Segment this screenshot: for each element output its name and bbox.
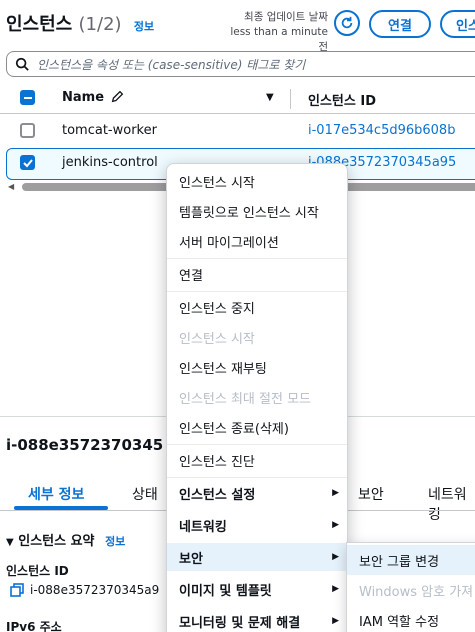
instance-name: jenkins-control xyxy=(62,155,158,170)
field-instance-id-label: 인스턴스 ID xyxy=(6,564,69,578)
menu-item-label: 서버 마이그레이션 xyxy=(179,235,279,251)
details-instance-id: i-088e3572370345 xyxy=(6,436,164,454)
menu-item-migrate-server[interactable]: 서버 마이그레이션 xyxy=(167,227,347,255)
menu-item-label: 연결 xyxy=(179,268,203,284)
submenu-arrow-icon: ▶ xyxy=(332,616,339,626)
sort-down-icon[interactable]: ▼ xyxy=(266,92,274,103)
menu-item-label: 템플릿으로 인스턴스 시작 xyxy=(179,205,319,221)
page-title-text: 인스턴스 xyxy=(6,14,73,35)
info-link[interactable]: 정보 xyxy=(134,20,154,33)
select-all-checkbox[interactable] xyxy=(20,90,35,105)
column-header-name[interactable]: Name xyxy=(62,90,124,105)
menu-item-label: 인스턴스 최대 절전 모드 xyxy=(179,391,311,407)
menu-item-label: 인스턴스 재부팅 xyxy=(179,361,267,377)
menu-item-images-templates[interactable]: 이미지 및 템플릿 ▶ xyxy=(167,575,347,603)
menu-item-terminate-instance[interactable]: 인스턴스 종료(삭제) xyxy=(167,413,347,441)
menu-item-label: 인스턴스 시작 xyxy=(179,175,255,191)
menu-item-monitoring[interactable]: 모니터링 및 문제 해결 ▶ xyxy=(167,607,347,632)
search-icon xyxy=(15,57,29,71)
refresh-button[interactable] xyxy=(334,10,360,36)
tab-details[interactable]: 세부 정보 xyxy=(28,484,84,504)
menu-separator xyxy=(167,444,347,445)
field-instance-id-value: i-088e3572370345a9 xyxy=(30,583,160,597)
column-header-id[interactable]: 인스턴스 ID xyxy=(308,90,376,109)
selection-count: (1/2) xyxy=(78,14,122,35)
column-divider xyxy=(290,89,291,109)
menu-item-label: 이미지 및 템플릿 xyxy=(179,583,272,599)
submenu-arrow-icon: ▶ xyxy=(332,520,339,530)
menu-separator xyxy=(167,291,347,292)
search-placeholder: 인스턴스을 속성 또는 (case-sensitive) 태그로 찾기 xyxy=(37,57,306,72)
menu-item-label: 보안 xyxy=(179,551,203,567)
instance-id-link[interactable]: i-017e534c5d96b608b xyxy=(308,123,455,138)
last-updated-label: 최종 업데이트 날짜 xyxy=(244,11,328,23)
menu-item-networking[interactable]: 네트워킹 ▶ xyxy=(167,511,347,539)
menu-item-launch-from-template[interactable]: 템플릿으로 인스턴스 시작 xyxy=(167,197,347,225)
tab-status[interactable]: 상태 xyxy=(132,484,158,504)
table-header: Name ▼ 인스턴스 ID xyxy=(0,84,475,114)
tab-security[interactable]: 보안 xyxy=(358,484,384,504)
last-updated: 최종 업데이트 날짜 less than a minute 전 xyxy=(230,10,328,55)
context-menu: 인스턴스 시작 템플릿으로 인스턴스 시작 서버 마이그레이션 연결 인스턴스 … xyxy=(166,163,348,632)
menu-item-reboot-instance[interactable]: 인스턴스 재부팅 xyxy=(167,353,347,381)
table-row[interactable]: tomcat-worker i-017e534c5d96b608b xyxy=(0,116,475,148)
copy-icon[interactable] xyxy=(10,582,24,601)
security-submenu: 보안 그룹 변경 Windows 암호 가져 IAM 역할 수정 xyxy=(346,542,475,632)
menu-item-security[interactable]: 보안 ▶ xyxy=(167,543,347,571)
menu-item-label: 인스턴스 설정 xyxy=(179,487,256,503)
menu-item-label: 네트워킹 xyxy=(179,519,227,535)
submenu-item-get-windows-password: Windows 암호 가져 xyxy=(359,584,474,600)
page-title: 인스턴스 (1/2) 정보 xyxy=(6,10,154,36)
submenu-item-modify-iam-role[interactable]: IAM 역할 수정 xyxy=(347,605,475,632)
section-info-link[interactable]: 정보 xyxy=(105,535,125,548)
section-title: 인스턴스 요약 xyxy=(18,534,95,549)
menu-item-label: 인스턴스 시작 xyxy=(179,331,255,347)
tab-networking[interactable]: 네트워킹 xyxy=(428,484,475,524)
menu-item-label: 인스턴스 종료(삭제) xyxy=(179,421,289,437)
menu-item-stop-instance[interactable]: 인스턴스 중지 xyxy=(167,293,347,321)
row-checkbox[interactable] xyxy=(20,123,35,138)
menu-item-label: 모니터링 및 문제 해결 xyxy=(179,615,301,631)
menu-item-start-instance-disabled: 인스턴스 시작 xyxy=(167,323,347,351)
edit-icon xyxy=(111,90,123,103)
scroll-left-icon[interactable]: ◀ xyxy=(8,182,14,191)
instance-state-button[interactable]: 인스 xyxy=(440,10,475,38)
refresh-icon xyxy=(341,16,353,29)
collapse-caret-icon: ▼ xyxy=(6,537,14,548)
menu-separator xyxy=(167,258,347,259)
menu-item-start-instance[interactable]: 인스턴스 시작 xyxy=(167,167,347,195)
connect-button[interactable]: 연결 xyxy=(369,10,431,38)
submenu-arrow-icon: ▶ xyxy=(332,488,339,498)
instance-name: tomcat-worker xyxy=(62,123,157,138)
menu-item-label: 인스턴스 중지 xyxy=(179,301,255,317)
checkmark-icon xyxy=(22,158,33,167)
menu-item-instance-settings[interactable]: 인스턴스 설정 ▶ xyxy=(167,479,347,507)
section-header[interactable]: ▼ 인스턴스 요약 정보 xyxy=(6,530,125,549)
submenu-arrow-icon: ▶ xyxy=(332,552,339,562)
submenu-arrow-icon: ▶ xyxy=(332,584,339,594)
menu-item-hibernate-instance: 인스턴스 최대 절전 모드 xyxy=(167,383,347,411)
search-input[interactable]: 인스턴스을 속성 또는 (case-sensitive) 태그로 찾기 xyxy=(6,51,475,77)
field-ipv6-label: IPv6 주소 xyxy=(6,620,62,632)
menu-item-diagnose-instance[interactable]: 인스턴스 진단 xyxy=(167,446,347,474)
menu-item-connect[interactable]: 연결 xyxy=(167,260,347,288)
column-header-name-label: Name xyxy=(62,90,105,105)
row-checkbox-checked[interactable] xyxy=(20,155,35,170)
menu-separator xyxy=(167,477,347,478)
submenu-item-change-security-groups[interactable]: 보안 그룹 변경 xyxy=(347,545,475,575)
menu-item-label: 인스턴스 진단 xyxy=(179,454,255,470)
